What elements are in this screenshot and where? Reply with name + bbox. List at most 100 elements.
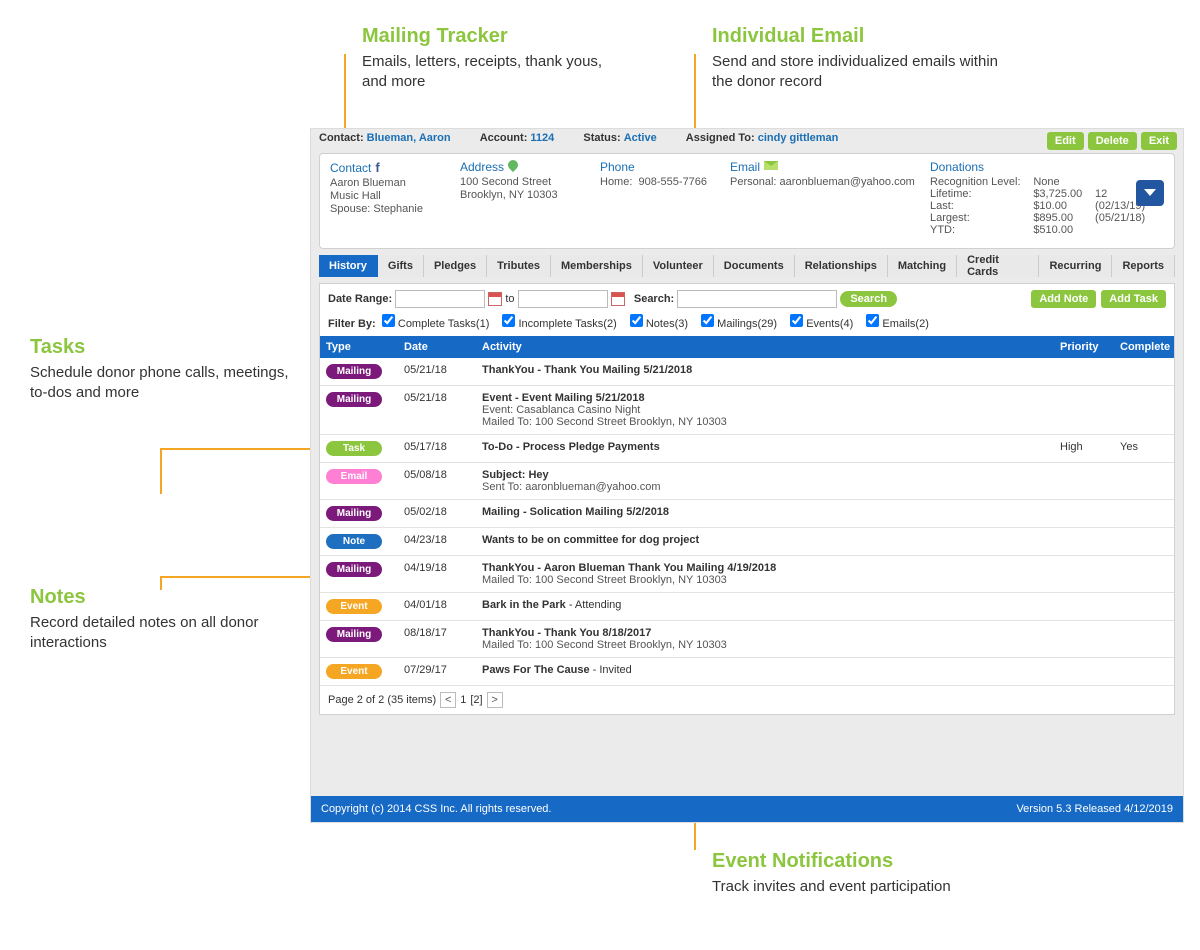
filter-bar: Add Note Add Task Date Range: to Search:… <box>320 284 1174 314</box>
col-priority[interactable]: Priority <box>1054 341 1114 353</box>
filter-notes[interactable]: Notes(3) <box>630 318 688 330</box>
col-complete[interactable]: Complete <box>1114 341 1174 353</box>
donations-grid: Recognition Level:None Lifetime:$3,725.0… <box>930 176 1150 236</box>
row-activity: Wants to be on committee for dog project <box>476 534 1054 549</box>
address-line1: 100 Second Street <box>460 176 586 188</box>
table-row[interactable]: Event07/29/17Paws For The Cause - Invite… <box>320 658 1174 686</box>
callout-tasks-body: Schedule donor phone calls, meetings, to… <box>30 363 290 404</box>
address-column: Address 100 Second Street Brooklyn, NY 1… <box>460 160 600 242</box>
contact-name-link[interactable]: Blueman, Aaron <box>367 132 451 144</box>
pager-prev-button[interactable]: < <box>440 692 456 708</box>
exit-button[interactable]: Exit <box>1141 132 1177 150</box>
tab-volunteer[interactable]: Volunteer <box>643 255 714 277</box>
search-input[interactable] <box>677 290 837 308</box>
callout-notes-body: Record detailed notes on all donor inter… <box>30 613 290 654</box>
contact-label: Contact: <box>319 132 364 144</box>
tab-credit-cards[interactable]: Credit Cards <box>957 255 1039 277</box>
row-date: 07/29/17 <box>398 664 476 679</box>
row-priority <box>1054 506 1114 521</box>
tab-reports[interactable]: Reports <box>1112 255 1175 277</box>
tab-gifts[interactable]: Gifts <box>378 255 424 277</box>
tab-relationships[interactable]: Relationships <box>795 255 888 277</box>
callout-event-notif: Event Notifications Track invites and ev… <box>712 850 951 897</box>
delete-button[interactable]: Delete <box>1088 132 1137 150</box>
expand-card-button[interactable] <box>1136 180 1164 206</box>
row-priority <box>1054 364 1114 379</box>
tab-memberships[interactable]: Memberships <box>551 255 643 277</box>
row-priority <box>1054 392 1114 428</box>
callout-event-notif-title: Event Notifications <box>712 850 951 873</box>
tab-matching[interactable]: Matching <box>888 255 957 277</box>
tab-tributes[interactable]: Tributes <box>487 255 551 277</box>
row-complete <box>1114 469 1174 493</box>
filter-checkbox-row: Filter By: Complete Tasks(1) Incomplete … <box>320 314 1174 336</box>
add-note-button[interactable]: Add Note <box>1031 290 1096 308</box>
tab-recurring[interactable]: Recurring <box>1039 255 1112 277</box>
callout-event-notif-body: Track invites and event participation <box>712 877 951 897</box>
mailing-badge: Mailing <box>326 627 382 642</box>
table-row[interactable]: Mailing04/19/18ThankYou - Aaron Blueman … <box>320 556 1174 593</box>
row-activity: Subject: HeySent To: aaronblueman@yahoo.… <box>476 469 1054 493</box>
pager-page-1[interactable]: 1 <box>460 694 466 706</box>
callout-notes: Notes Record detailed notes on all donor… <box>30 586 290 654</box>
filter-mailings[interactable]: Mailings(29) <box>701 318 777 330</box>
tab-documents[interactable]: Documents <box>714 255 795 277</box>
mailing-badge: Mailing <box>326 506 382 521</box>
date-to-input[interactable] <box>518 290 608 308</box>
table-row[interactable]: Note04/23/18Wants to be on committee for… <box>320 528 1174 556</box>
row-complete <box>1114 506 1174 521</box>
search-button[interactable]: Search <box>840 291 897 307</box>
table-row[interactable]: Mailing08/18/17ThankYou - Thank You 8/18… <box>320 621 1174 658</box>
col-date[interactable]: Date <box>398 341 476 353</box>
mailing-badge: Mailing <box>326 364 382 379</box>
callout-tasks-title: Tasks <box>30 336 290 359</box>
row-activity: ThankYou - Aaron Blueman Thank You Maili… <box>476 562 1054 586</box>
table-row[interactable]: Mailing05/21/18Event - Event Mailing 5/2… <box>320 386 1174 435</box>
tab-history[interactable]: History <box>319 255 378 277</box>
table-row[interactable]: Mailing05/02/18Mailing - Solication Mail… <box>320 500 1174 528</box>
table-row[interactable]: Event04/01/18Bark in the Park - Attendin… <box>320 593 1174 621</box>
footer-version: Version 5.3 Released 4/12/2019 <box>1016 803 1173 815</box>
app-footer: Copyright (c) 2014 CSS Inc. All rights r… <box>311 796 1183 822</box>
filter-events[interactable]: Events(4) <box>790 318 853 330</box>
callout-indiv-email-body: Send and store individualized emails wit… <box>712 52 1012 93</box>
row-date: 05/08/18 <box>398 469 476 493</box>
row-complete <box>1114 364 1174 379</box>
col-activity[interactable]: Activity <box>476 341 1054 353</box>
calendar-icon[interactable] <box>488 292 502 306</box>
add-task-button[interactable]: Add Task <box>1101 290 1166 308</box>
account-number-link[interactable]: 1124 <box>530 132 554 144</box>
search-label: Search: <box>634 293 674 305</box>
tab-pledges[interactable]: Pledges <box>424 255 487 277</box>
pager-next-button[interactable]: > <box>487 692 503 708</box>
filter-incomplete-tasks[interactable]: Incomplete Tasks(2) <box>502 318 616 330</box>
donation-value: $3,725.00 <box>1033 188 1087 200</box>
filter-complete-tasks[interactable]: Complete Tasks(1) <box>382 318 490 330</box>
pager: Page 2 of 2 (35 items) < 1 [2] > <box>320 686 1174 714</box>
event-badge: Event <box>326 664 382 679</box>
row-date: 04/01/18 <box>398 599 476 614</box>
edit-button[interactable]: Edit <box>1047 132 1084 150</box>
table-row[interactable]: Email05/08/18Subject: HeySent To: aaronb… <box>320 463 1174 500</box>
mailing-badge: Mailing <box>326 392 382 407</box>
grid-header: Type Date Activity Priority Complete <box>320 336 1174 358</box>
mail-icon[interactable] <box>764 161 778 170</box>
calendar-icon[interactable] <box>611 292 625 306</box>
assigned-user-link[interactable]: cindy gittleman <box>758 132 839 144</box>
facebook-icon[interactable]: f <box>375 160 379 175</box>
note-badge: Note <box>326 534 382 549</box>
filter-emails[interactable]: Emails(2) <box>866 318 929 330</box>
donation-value: $510.00 <box>1033 224 1087 236</box>
donation-label: Lifetime: <box>930 188 1025 200</box>
col-type[interactable]: Type <box>320 341 398 353</box>
row-date: 05/02/18 <box>398 506 476 521</box>
row-priority <box>1054 599 1114 614</box>
table-row[interactable]: Task05/17/18To-Do - Process Pledge Payme… <box>320 435 1174 463</box>
assigned-label: Assigned To: <box>686 132 755 144</box>
map-pin-icon[interactable] <box>506 158 520 172</box>
date-from-input[interactable] <box>395 290 485 308</box>
table-row[interactable]: Mailing05/21/18ThankYou - Thank You Mail… <box>320 358 1174 386</box>
record-header-bar: Contact: Blueman, Aaron Account: 1124 St… <box>311 129 1183 151</box>
email-personal: Personal: aaronblueman@yahoo.com <box>730 176 916 188</box>
status-value-link[interactable]: Active <box>624 132 657 144</box>
